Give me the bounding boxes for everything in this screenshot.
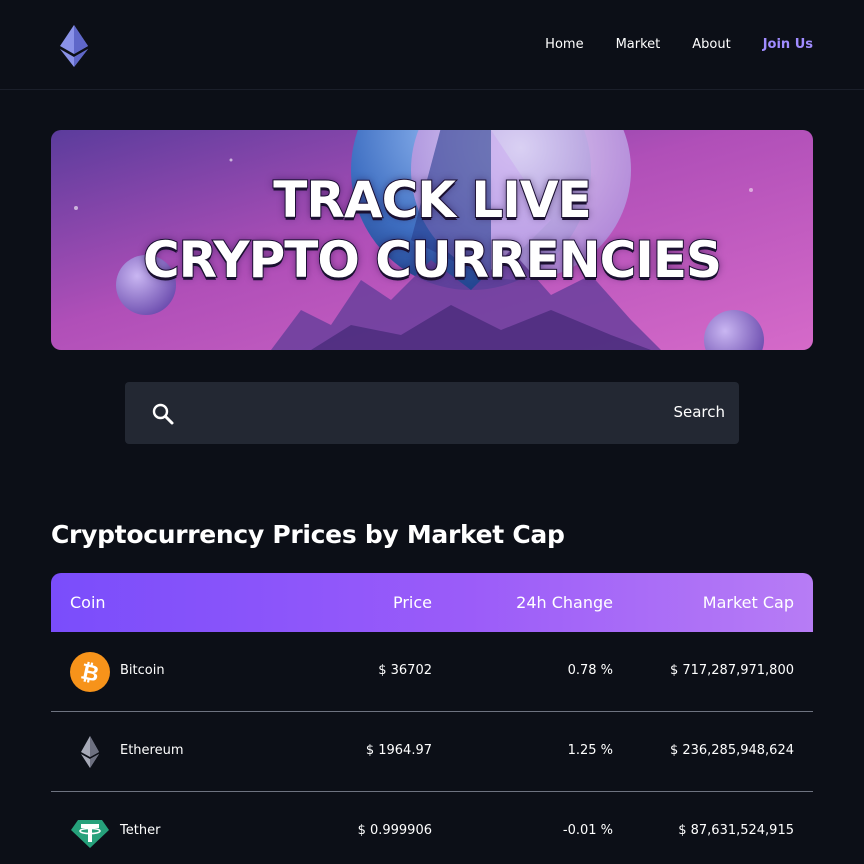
hero-title-line-1: TRACK LIVE bbox=[272, 170, 592, 230]
header-market-cap: Market Cap bbox=[702, 593, 794, 612]
hero-title: TRACK LIVE CRYPTO CURRENCIES bbox=[51, 170, 813, 290]
ethereum-logo-icon[interactable] bbox=[60, 25, 88, 67]
nav-about-link[interactable]: About bbox=[692, 37, 730, 52]
main-nav: Home Market About Join Us bbox=[545, 37, 813, 52]
header-price: Price bbox=[392, 593, 432, 612]
table-row[interactable]: ₿ Bitcoin $ 36702 0.78 % $ 717,287,971,8… bbox=[51, 632, 813, 712]
coin-name: Tether bbox=[120, 823, 161, 838]
hero-title-line-2: CRYPTO CURRENCIES bbox=[142, 230, 723, 290]
header-24h-change: 24h Change bbox=[516, 593, 613, 612]
nav-market-link[interactable]: Market bbox=[616, 37, 661, 52]
search-icon bbox=[152, 403, 174, 425]
search-bar: Search bbox=[125, 382, 739, 444]
coin-24h-change: 1.25 % bbox=[567, 743, 613, 758]
header-coin: Coin bbox=[70, 593, 106, 612]
tether-icon bbox=[71, 820, 109, 848]
table-row[interactable]: Tether $ 0.999906 -0.01 % $ 87,631,524,9… bbox=[51, 792, 813, 864]
coin-24h-change: 0.78 % bbox=[567, 663, 613, 678]
coin-price: $ 0.999906 bbox=[357, 823, 432, 838]
search-button[interactable]: Search bbox=[673, 403, 725, 421]
coin-market-cap: $ 717,287,971,800 bbox=[669, 663, 794, 678]
coin-price: $ 36702 bbox=[378, 663, 432, 678]
coin-market-cap: $ 236,285,948,624 bbox=[669, 743, 794, 758]
nav-join-us-link[interactable]: Join Us bbox=[763, 37, 813, 52]
coin-name: Bitcoin bbox=[120, 663, 165, 678]
table-row[interactable]: Ethereum $ 1964.97 1.25 % $ 236,285,948,… bbox=[51, 712, 813, 792]
coin-24h-change: -0.01 % bbox=[562, 823, 613, 838]
table-header: Coin Price 24h Change Market Cap bbox=[51, 573, 813, 632]
coin-market-cap: $ 87,631,524,915 bbox=[678, 823, 794, 838]
section-title: Cryptocurrency Prices by Market Cap bbox=[51, 520, 565, 549]
coin-price: $ 1964.97 bbox=[365, 743, 432, 758]
nav-home-link[interactable]: Home bbox=[545, 37, 583, 52]
hero-banner: TRACK LIVE CRYPTO CURRENCIES bbox=[51, 130, 813, 350]
search-input[interactable] bbox=[189, 394, 649, 432]
coin-name: Ethereum bbox=[120, 743, 184, 758]
ethereum-icon bbox=[81, 736, 99, 768]
bitcoin-icon: ₿ bbox=[70, 652, 110, 692]
crypto-table: Coin Price 24h Change Market Cap ₿ Bitco… bbox=[51, 573, 813, 864]
site-header: Home Market About Join Us bbox=[0, 0, 864, 90]
